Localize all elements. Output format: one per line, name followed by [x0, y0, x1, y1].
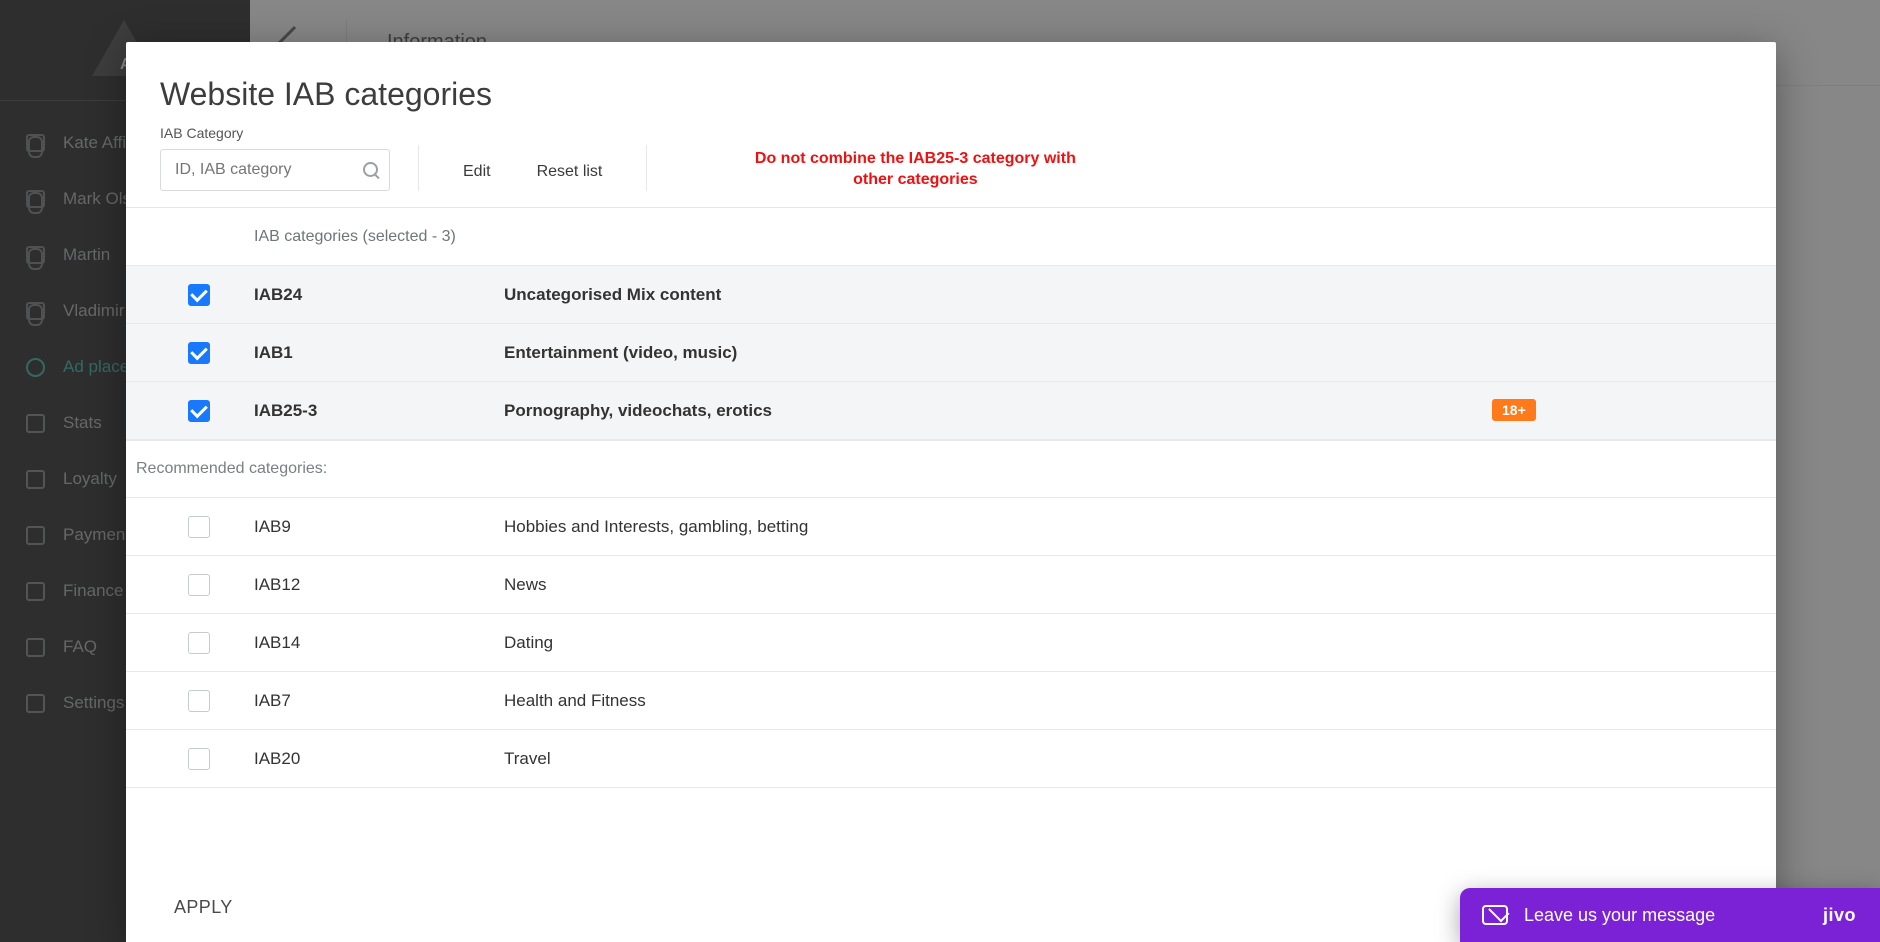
row-iab-code: IAB7 — [254, 691, 504, 711]
table-row: IAB12News — [126, 556, 1776, 614]
row-checkbox[interactable] — [188, 400, 210, 422]
row-category-name: News — [504, 575, 1492, 595]
row-iab-code: IAB1 — [254, 343, 504, 363]
dialog-body: IAB categories (selected - 3) IAB24Uncat… — [126, 207, 1776, 873]
app-root: AFFIL Kate AffilMark OlsMartinVladimirAd… — [0, 0, 1880, 942]
row-iab-code: IAB24 — [254, 285, 504, 305]
control-divider — [418, 145, 419, 191]
row-checkbox[interactable] — [188, 690, 210, 712]
row-category-name: Hobbies and Interests, gambling, betting — [504, 517, 1492, 537]
row-checkbox[interactable] — [188, 748, 210, 770]
row-checkbox[interactable] — [188, 284, 210, 306]
reset-list-button[interactable]: Reset list — [521, 153, 619, 191]
table-header-row: IAB categories (selected - 3) — [126, 208, 1776, 266]
table-row: IAB7Health and Fitness — [126, 672, 1776, 730]
row-iab-code: IAB20 — [254, 749, 504, 769]
apply-button[interactable]: APPLY — [174, 897, 233, 918]
row-checkbox[interactable] — [188, 632, 210, 654]
badge-18plus: 18+ — [1492, 399, 1536, 421]
row-checkbox[interactable] — [188, 516, 210, 538]
envelope-icon — [1482, 905, 1508, 925]
row-checkbox[interactable] — [188, 574, 210, 596]
row-category-name: Health and Fitness — [504, 691, 1492, 711]
row-iab-code: IAB14 — [254, 633, 504, 653]
search-box[interactable] — [160, 149, 390, 191]
control-divider-2 — [646, 145, 647, 191]
recommended-header: Recommended categories: — [126, 440, 1776, 498]
search-field-label: IAB Category — [160, 125, 390, 141]
row-category-name: Pornography, videochats, erotics — [504, 401, 1492, 421]
row-category-name: Travel — [504, 749, 1492, 769]
search-field: IAB Category — [160, 125, 390, 191]
table-scrollpane[interactable]: IAB categories (selected - 3) IAB24Uncat… — [126, 208, 1776, 873]
warning-text: Do not combine the IAB25-3 category with… — [735, 148, 1095, 191]
row-category-name: Entertainment (video, music) — [504, 343, 1492, 363]
table-row: IAB1Entertainment (video, music) — [126, 324, 1776, 382]
row-iab-code: IAB12 — [254, 575, 504, 595]
row-category-name: Uncategorised Mix content — [504, 285, 1492, 305]
jivo-brand: jivo — [1823, 905, 1856, 926]
table-row: IAB14Dating — [126, 614, 1776, 672]
search-input[interactable] — [175, 161, 353, 179]
dialog-title: Website IAB categories — [160, 76, 1742, 113]
recommended-header-label: Recommended categories: — [136, 460, 1766, 478]
table-row: IAB9Hobbies and Interests, gambling, bet… — [126, 498, 1776, 556]
row-iab-code: IAB25-3 — [254, 401, 504, 421]
dialog-controls: IAB Category Edit Reset list Do not comb… — [160, 125, 1742, 191]
table-row: IAB24Uncategorised Mix content — [126, 266, 1776, 324]
table-row: IAB25-3Pornography, videochats, erotics1… — [126, 382, 1776, 440]
table-row: IAB20Travel — [126, 730, 1776, 788]
search-icon — [363, 162, 379, 178]
dialog-header: Website IAB categories IAB Category Edit… — [126, 42, 1776, 207]
table-header-label: IAB categories (selected - 3) — [254, 210, 1732, 264]
jivo-message: Leave us your message — [1524, 905, 1715, 926]
row-category-name: Dating — [504, 633, 1492, 653]
edit-button[interactable]: Edit — [447, 153, 507, 191]
row-iab-code: IAB9 — [254, 517, 504, 537]
iab-dialog: Website IAB categories IAB Category Edit… — [126, 42, 1776, 942]
row-checkbox[interactable] — [188, 342, 210, 364]
jivo-chat-widget[interactable]: Leave us your message jivo — [1460, 888, 1880, 942]
